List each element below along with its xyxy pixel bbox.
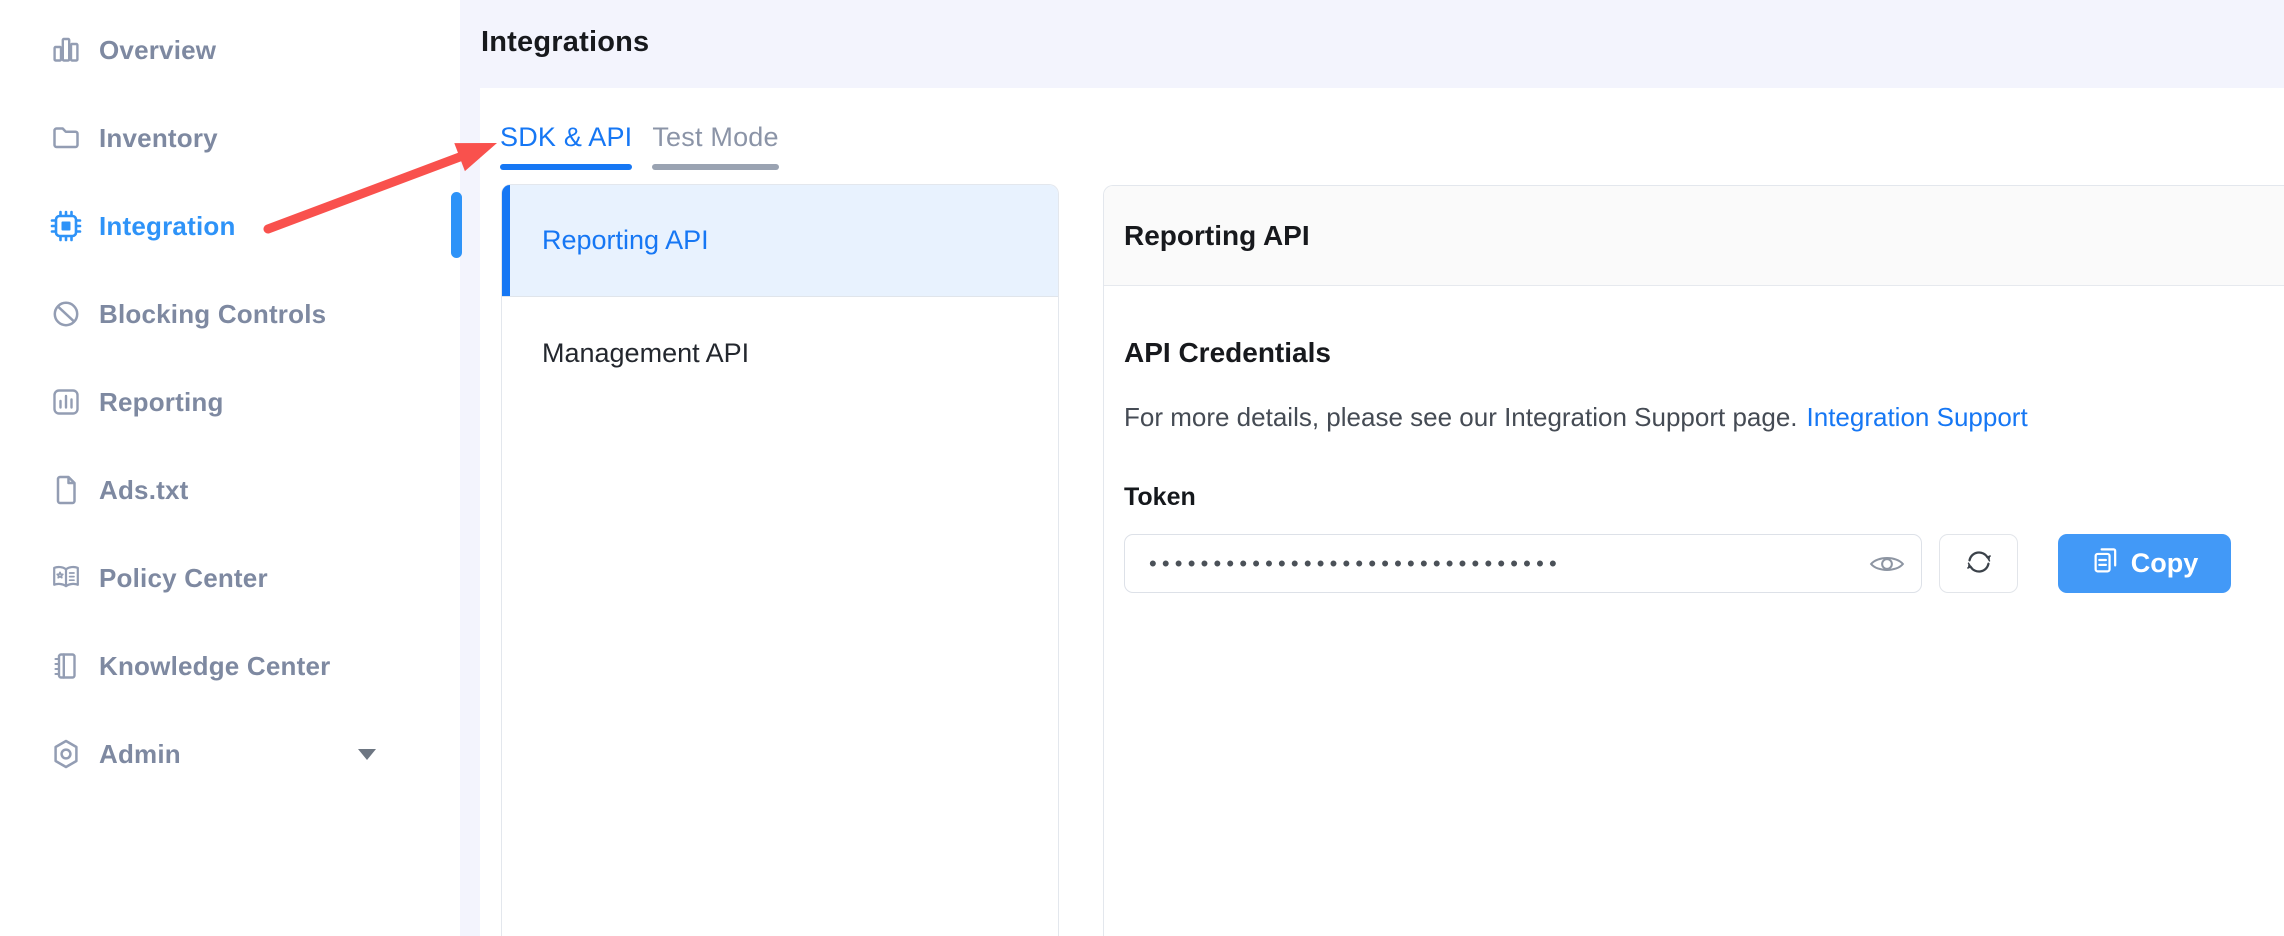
ban-icon xyxy=(50,298,82,330)
card-header: Reporting API xyxy=(1104,186,2284,286)
bar-chart-icon xyxy=(50,34,82,66)
folder-icon xyxy=(50,122,82,154)
sidebar-item-label: Ads.txt xyxy=(99,475,189,506)
tab-bar: SDK & API Test Mode xyxy=(500,122,799,170)
sidebar-item-label: Blocking Controls xyxy=(99,299,326,330)
sidebar-item-ads-txt[interactable]: Ads.txt xyxy=(0,446,460,534)
sidebar-item-label: Knowledge Center xyxy=(99,651,330,682)
tab-underline xyxy=(652,164,778,170)
sidebar: Overview Inventory Integration Blocking … xyxy=(0,0,460,936)
token-input-wrapper xyxy=(1124,534,1922,593)
chevron-down-icon xyxy=(358,749,376,760)
file-icon xyxy=(50,474,82,506)
sidebar-item-label: Policy Center xyxy=(99,563,268,594)
page-title: Integrations xyxy=(481,26,649,59)
description-text: For more details, please see our Integra… xyxy=(1124,402,1798,432)
token-row: Copy xyxy=(1124,534,2231,593)
copy-button-label: Copy xyxy=(2131,548,2199,579)
list-item-management-api[interactable]: Management API xyxy=(502,297,1058,409)
copy-token-button[interactable]: Copy xyxy=(2058,534,2231,593)
sidebar-item-label: Reporting xyxy=(99,387,224,418)
list-item-label: Management API xyxy=(542,338,749,369)
tab-sdk-api[interactable]: SDK & API xyxy=(500,122,632,170)
open-book-star-icon xyxy=(50,562,82,594)
tab-active-underline xyxy=(500,164,632,170)
sidebar-item-knowledge-center[interactable]: Knowledge Center xyxy=(0,622,460,710)
list-item-label: Reporting API xyxy=(542,225,709,256)
reporting-api-card: Reporting API API Credentials For more d… xyxy=(1103,185,2284,936)
chart-box-icon xyxy=(50,386,82,418)
active-item-indicator xyxy=(451,192,462,258)
tab-label: SDK & API xyxy=(500,122,632,152)
sidebar-item-label: Overview xyxy=(99,35,216,66)
sidebar-item-label: Integration xyxy=(99,211,236,242)
section-title: API Credentials xyxy=(1124,337,1331,369)
sidebar-item-policy-center[interactable]: Policy Center xyxy=(0,534,460,622)
token-label: Token xyxy=(1124,483,1196,512)
credentials-description: For more details, please see our Integra… xyxy=(1124,402,2028,433)
sidebar-item-inventory[interactable]: Inventory xyxy=(0,94,460,182)
main-content: SDK & API Test Mode Reporting API Manage… xyxy=(480,88,2284,936)
list-item-reporting-api[interactable]: Reporting API xyxy=(502,185,1058,297)
tab-label: Test Mode xyxy=(652,122,778,152)
sidebar-item-admin[interactable]: Admin xyxy=(0,710,460,798)
card-title: Reporting API xyxy=(1124,220,1310,252)
hexagon-nut-icon xyxy=(50,738,82,770)
api-list-panel: Reporting API Management API xyxy=(501,184,1059,936)
regenerate-token-button[interactable] xyxy=(1939,534,2018,593)
sidebar-item-blocking-controls[interactable]: Blocking Controls xyxy=(0,270,460,358)
chip-icon xyxy=(50,210,82,242)
sidebar-item-overview[interactable]: Overview xyxy=(0,6,460,94)
token-input[interactable] xyxy=(1125,535,1845,592)
notebook-icon xyxy=(50,650,82,682)
tab-test-mode[interactable]: Test Mode xyxy=(652,122,778,170)
eye-icon[interactable] xyxy=(1869,551,1905,577)
integration-support-link[interactable]: Integration Support xyxy=(1807,402,2028,432)
copy-icon xyxy=(2091,546,2131,582)
sidebar-item-reporting[interactable]: Reporting xyxy=(0,358,460,446)
refresh-icon xyxy=(1964,547,1994,580)
sidebar-item-label: Admin xyxy=(99,739,181,770)
sidebar-item-label: Inventory xyxy=(99,123,218,154)
sidebar-item-integration[interactable]: Integration xyxy=(0,182,460,270)
